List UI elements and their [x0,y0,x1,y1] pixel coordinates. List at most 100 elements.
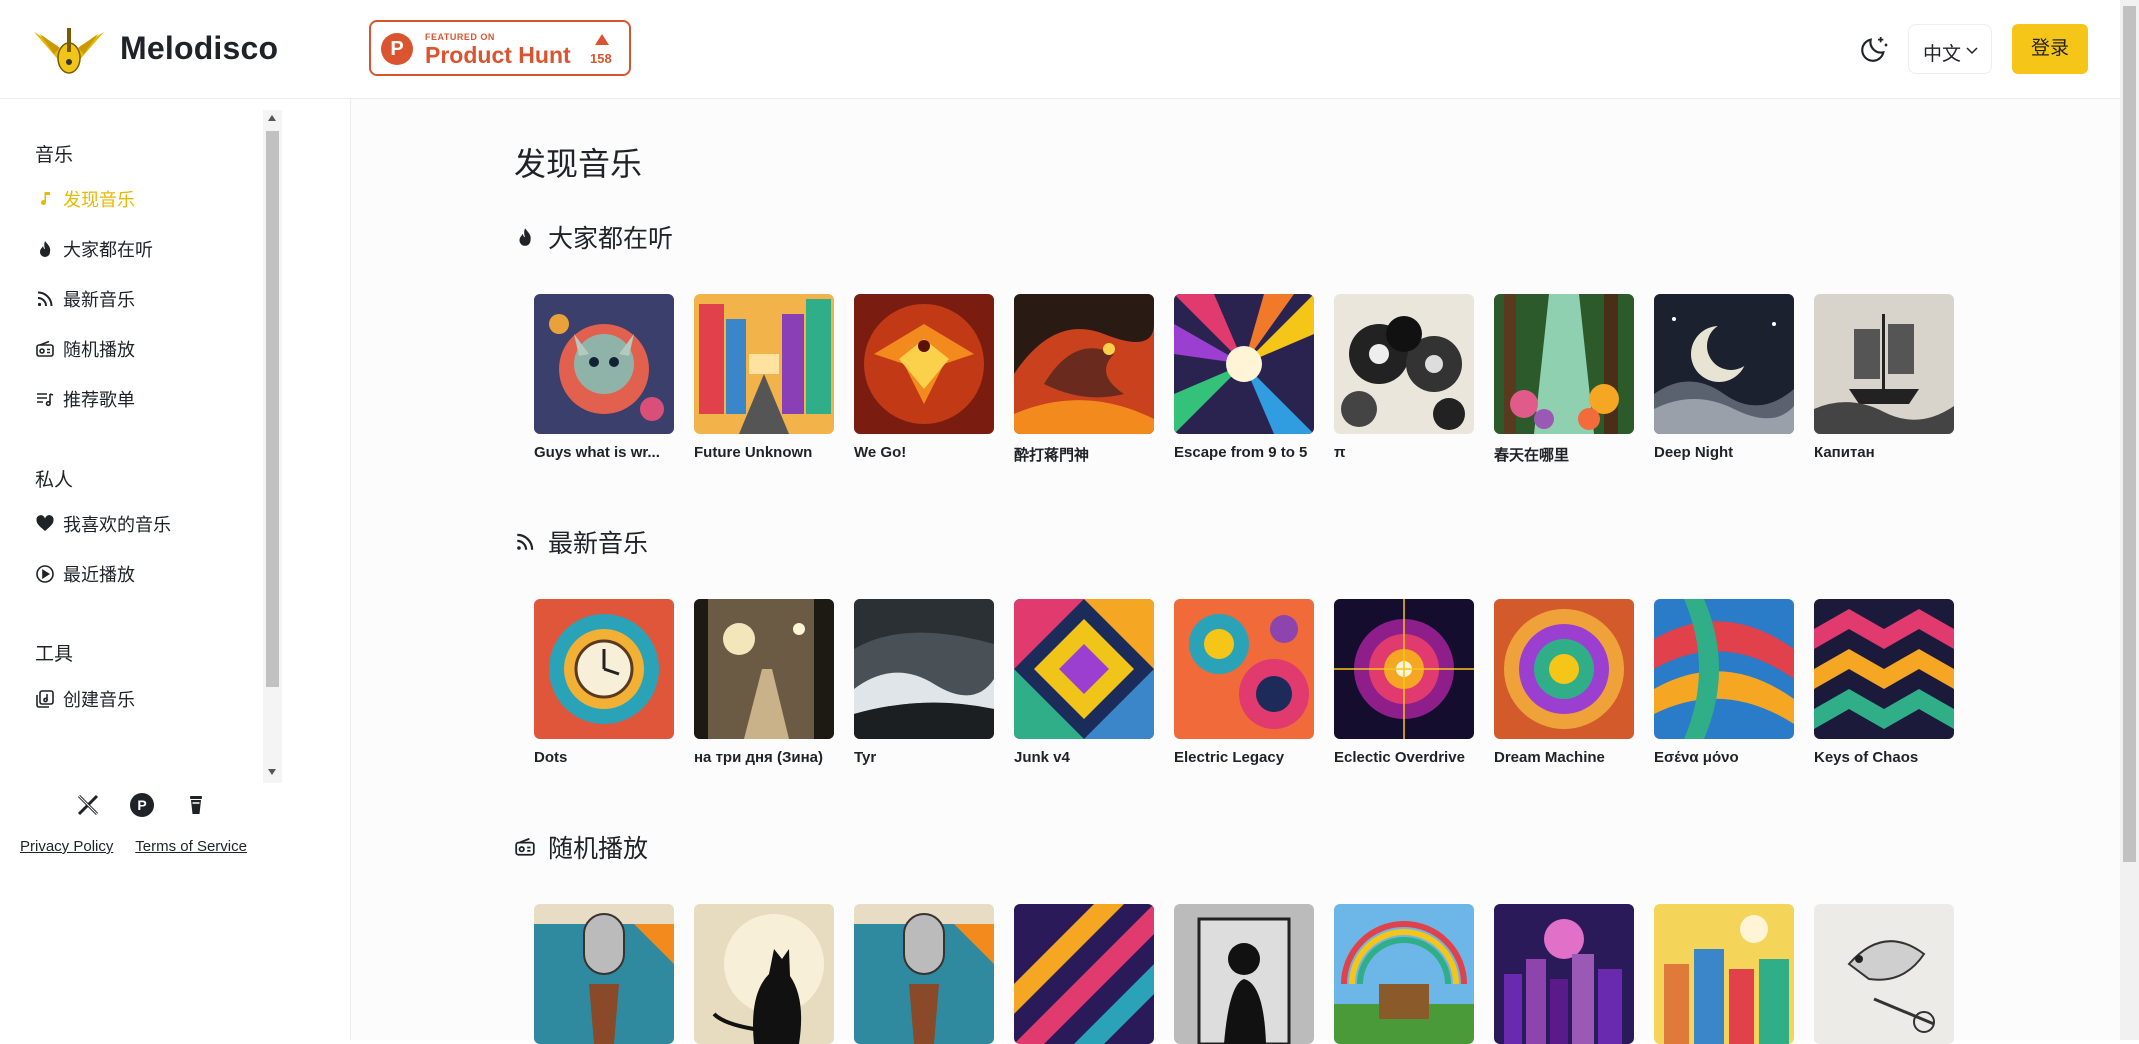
song-card[interactable]: Εσένα μόνο [1654,599,1794,766]
album-cover[interactable] [1334,599,1474,739]
song-card[interactable]: Dots [534,599,674,766]
song-card[interactable]: на три дня (Зина) [694,599,834,766]
album-cover[interactable] [534,294,674,434]
svg-text:P: P [137,797,146,813]
album-cover[interactable] [1334,294,1474,434]
sidebar-item-playlists[interactable]: 推荐歌单 [35,384,135,414]
song-title[interactable]: We Go! [854,444,994,461]
product-hunt-badge[interactable]: P FEATURED ON Product Hunt 158 [369,20,631,76]
song-card[interactable] [694,904,834,1044]
song-title[interactable]: π [1334,444,1474,461]
song-title[interactable]: Капитан [1814,444,1954,461]
song-title[interactable]: 春天在哪里 [1494,444,1634,465]
sidebar-item-label: 最新音乐 [63,290,135,310]
album-cover[interactable] [1814,294,1954,434]
rss-icon [37,291,53,307]
brand-name[interactable]: Melodisco [120,30,278,67]
sidebar-item-latest[interactable]: 最新音乐 [35,284,135,314]
song-card[interactable] [534,904,674,1044]
song-card[interactable]: Escape from 9 to 5 [1174,294,1314,465]
song-title[interactable]: Guys what is wr... [534,444,674,461]
terms-of-service-link[interactable]: Terms of Service [135,838,247,855]
album-cover[interactable] [534,904,674,1044]
radio-icon [36,340,54,357]
album-cover[interactable] [694,904,834,1044]
song-title[interactable]: 酔打蒋門神 [1014,444,1154,465]
song-card[interactable] [1494,904,1634,1044]
privacy-policy-link[interactable]: Privacy Policy [20,838,113,855]
song-title[interactable]: Escape from 9 to 5 [1174,444,1314,461]
song-title[interactable]: на три дня (Зина) [694,749,834,766]
album-cover[interactable] [694,599,834,739]
song-card[interactable]: We Go! [854,294,994,465]
song-title[interactable]: Dream Machine [1494,749,1634,766]
song-title[interactable]: Dots [534,749,674,766]
song-card[interactable]: Electric Legacy [1174,599,1314,766]
song-card[interactable]: Future Unknown [694,294,834,465]
album-cover[interactable] [854,599,994,739]
song-title[interactable]: Electric Legacy [1174,749,1314,766]
sidebar-item-trending[interactable]: 大家都在听 [35,234,153,264]
sidebar-item-discover[interactable]: 发现音乐 [35,184,135,214]
sidebar-item-random[interactable]: 随机播放 [35,334,135,364]
song-card[interactable] [1014,904,1154,1044]
moon-theme-icon[interactable] [1858,33,1890,65]
song-card[interactable]: Dream Machine [1494,599,1634,766]
album-cover[interactable] [1174,294,1314,434]
song-card[interactable]: π [1334,294,1474,465]
scroll-down-arrow-icon[interactable] [268,769,276,775]
album-cover[interactable] [1174,904,1314,1044]
album-cover[interactable] [1014,904,1154,1044]
album-cover[interactable] [854,904,994,1044]
album-cover[interactable] [1654,294,1794,434]
song-card[interactable]: Eclectic Overdrive [1334,599,1474,766]
album-cover[interactable] [854,294,994,434]
logo-icon[interactable] [32,24,106,78]
album-cover[interactable] [1654,904,1794,1044]
login-button[interactable]: 登录 [2012,24,2088,74]
song-card[interactable] [1334,904,1474,1044]
song-card[interactable]: Guys what is wr... [534,294,674,465]
album-cover[interactable] [534,599,674,739]
album-cover[interactable] [1814,904,1954,1044]
song-card[interactable]: Deep Night [1654,294,1794,465]
song-card[interactable]: 春天在哪里 [1494,294,1634,465]
song-card[interactable]: Капитан [1814,294,1954,465]
sidebar: 音乐 发现音乐 大家都在听 最新音乐 随机播放 推荐歌单 私人 我喜欢的音乐 最… [0,99,351,1040]
sidebar-item-recent[interactable]: 最近播放 [35,559,135,589]
album-cover[interactable] [1014,294,1154,434]
album-cover[interactable] [1814,599,1954,739]
album-cover[interactable] [1334,904,1474,1044]
album-cover[interactable] [1014,599,1154,739]
song-title[interactable]: Future Unknown [694,444,834,461]
album-cover[interactable] [1654,599,1794,739]
song-title[interactable]: Εσένα μόνο [1654,749,1794,766]
song-card[interactable]: Keys of Chaos [1814,599,1954,766]
coffee-icon[interactable] [182,791,210,819]
song-card[interactable] [1174,904,1314,1044]
sidebar-item-liked[interactable]: 我喜欢的音乐 [35,509,171,539]
sidebar-scroll-thumb[interactable] [266,131,279,687]
album-cover[interactable] [1494,294,1634,434]
song-card[interactable] [1814,904,1954,1044]
producthunt-icon[interactable]: P [128,791,156,819]
sidebar-item-create[interactable]: 创建音乐 [35,684,135,714]
song-title[interactable]: Keys of Chaos [1814,749,1954,766]
album-cover[interactable] [694,294,834,434]
song-title[interactable]: Junk v4 [1014,749,1154,766]
language-select[interactable]: 中文 [1908,24,1992,74]
song-card[interactable]: Junk v4 [1014,599,1154,766]
song-card[interactable]: Tyr [854,599,994,766]
song-title[interactable]: Deep Night [1654,444,1794,461]
song-card[interactable] [1654,904,1794,1044]
song-title[interactable]: Eclectic Overdrive [1334,749,1474,766]
song-card[interactable] [854,904,994,1044]
x-icon[interactable] [74,791,102,819]
scroll-up-arrow-icon[interactable] [268,115,276,121]
song-card[interactable]: 酔打蒋門神 [1014,294,1154,465]
page-scroll-thumb[interactable] [2123,6,2136,862]
album-cover[interactable] [1494,904,1634,1044]
song-title[interactable]: Tyr [854,749,994,766]
album-cover[interactable] [1494,599,1634,739]
album-cover[interactable] [1174,599,1314,739]
